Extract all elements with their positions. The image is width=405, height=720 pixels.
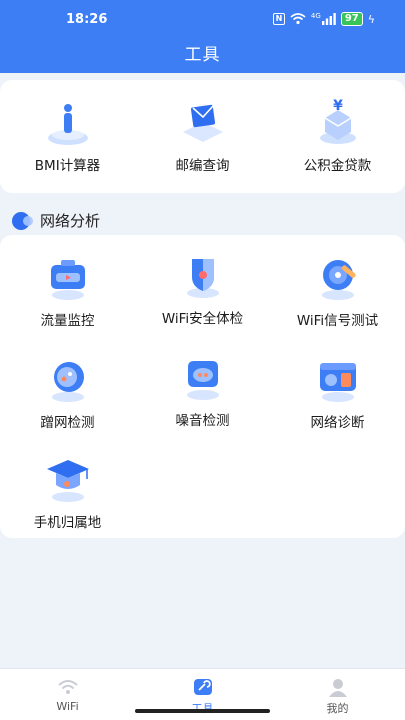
- tool-bmi-calculator[interactable]: BMI计算器: [0, 98, 135, 174]
- tool-label: WiFi信号测试: [296, 313, 379, 329]
- tool-label: 网络诊断: [310, 415, 365, 431]
- tool-label: 蹭网检测: [40, 415, 95, 431]
- mail-envelope-icon: [182, 104, 223, 142]
- status-time: 18:26: [66, 12, 108, 27]
- tool-noise-detect[interactable]: 噪音检测: [135, 353, 270, 429]
- tool-label: WiFi安全体检: [161, 311, 244, 327]
- network-type: 4G: [310, 12, 321, 20]
- tab-profile[interactable]: 我的: [270, 677, 405, 716]
- status-bar: 18:26 N 4G 97 ϟ: [0, 0, 405, 40]
- tool-label: 邮编查询: [175, 158, 230, 174]
- signal-icon: [321, 13, 336, 25]
- network-diagnose-icon: [319, 363, 356, 402]
- wifi-shield-icon: [186, 259, 219, 298]
- phone-location-icon: [46, 460, 89, 502]
- section-header: 网络分析: [12, 210, 100, 231]
- tool-label: BMI计算器: [34, 158, 101, 174]
- tool-label: 公积金贷款: [303, 158, 372, 174]
- profile-tab-icon: [328, 679, 347, 697]
- section-title: 网络分析: [40, 212, 101, 230]
- tool-freeloader-detect[interactable]: 蹭网检测: [0, 355, 135, 431]
- tab-label: 我的: [326, 702, 349, 715]
- tab-label: WiFi: [56, 700, 79, 713]
- bmi-person-icon: [47, 104, 88, 145]
- tool-label: 噪音检测: [175, 413, 230, 429]
- wifi-tab-icon: [57, 680, 78, 694]
- yuan-coin-icon: ¥: [319, 98, 356, 144]
- wifi-status-icon: [290, 13, 306, 25]
- tool-network-diagnose[interactable]: 网络诊断: [270, 355, 405, 431]
- traffic-monitor-icon: [50, 260, 85, 300]
- tool-wifi-security-check[interactable]: WiFi安全体检: [135, 251, 270, 327]
- noise-detect-icon: [186, 361, 219, 400]
- network-tools-card: 流量监控 WiFi安全体检 WiFi信号测试 蹭网检测 噪音检测 网络诊断 手机…: [0, 235, 405, 538]
- page-title: 工具: [184, 45, 221, 65]
- nfc-icon: N: [272, 13, 285, 25]
- freeloader-detect-icon: [51, 362, 84, 402]
- tool-postcode-lookup[interactable]: 邮编查询: [135, 98, 270, 174]
- app-header: 18:26 N 4G 97 ϟ 工具: [0, 0, 405, 73]
- tool-traffic-monitor[interactable]: 流量监控: [0, 253, 135, 329]
- tools-tab-icon: [193, 679, 212, 695]
- status-icons: N 4G 97 ϟ: [272, 12, 375, 26]
- charging-icon: ϟ: [367, 12, 375, 26]
- battery-indicator: 97: [340, 12, 363, 26]
- section-dot-icon: [12, 211, 33, 230]
- tool-label: 手机归属地: [33, 515, 102, 531]
- signal-test-icon: [321, 260, 356, 300]
- tool-housing-fund-loan[interactable]: ¥ 公积金贷款: [270, 98, 405, 174]
- tool-phone-location[interactable]: 手机归属地: [0, 455, 135, 531]
- tool-wifi-signal-test[interactable]: WiFi信号测试: [270, 253, 405, 329]
- tool-label: 流量监控: [40, 313, 95, 329]
- svg-text:¥: ¥: [333, 98, 343, 114]
- quick-tools-card: BMI计算器 邮编查询 ¥ 公积金贷款: [0, 80, 405, 193]
- home-indicator[interactable]: [135, 709, 270, 713]
- tab-wifi[interactable]: WiFi: [0, 677, 135, 713]
- tab-label: 工具: [135, 700, 270, 716]
